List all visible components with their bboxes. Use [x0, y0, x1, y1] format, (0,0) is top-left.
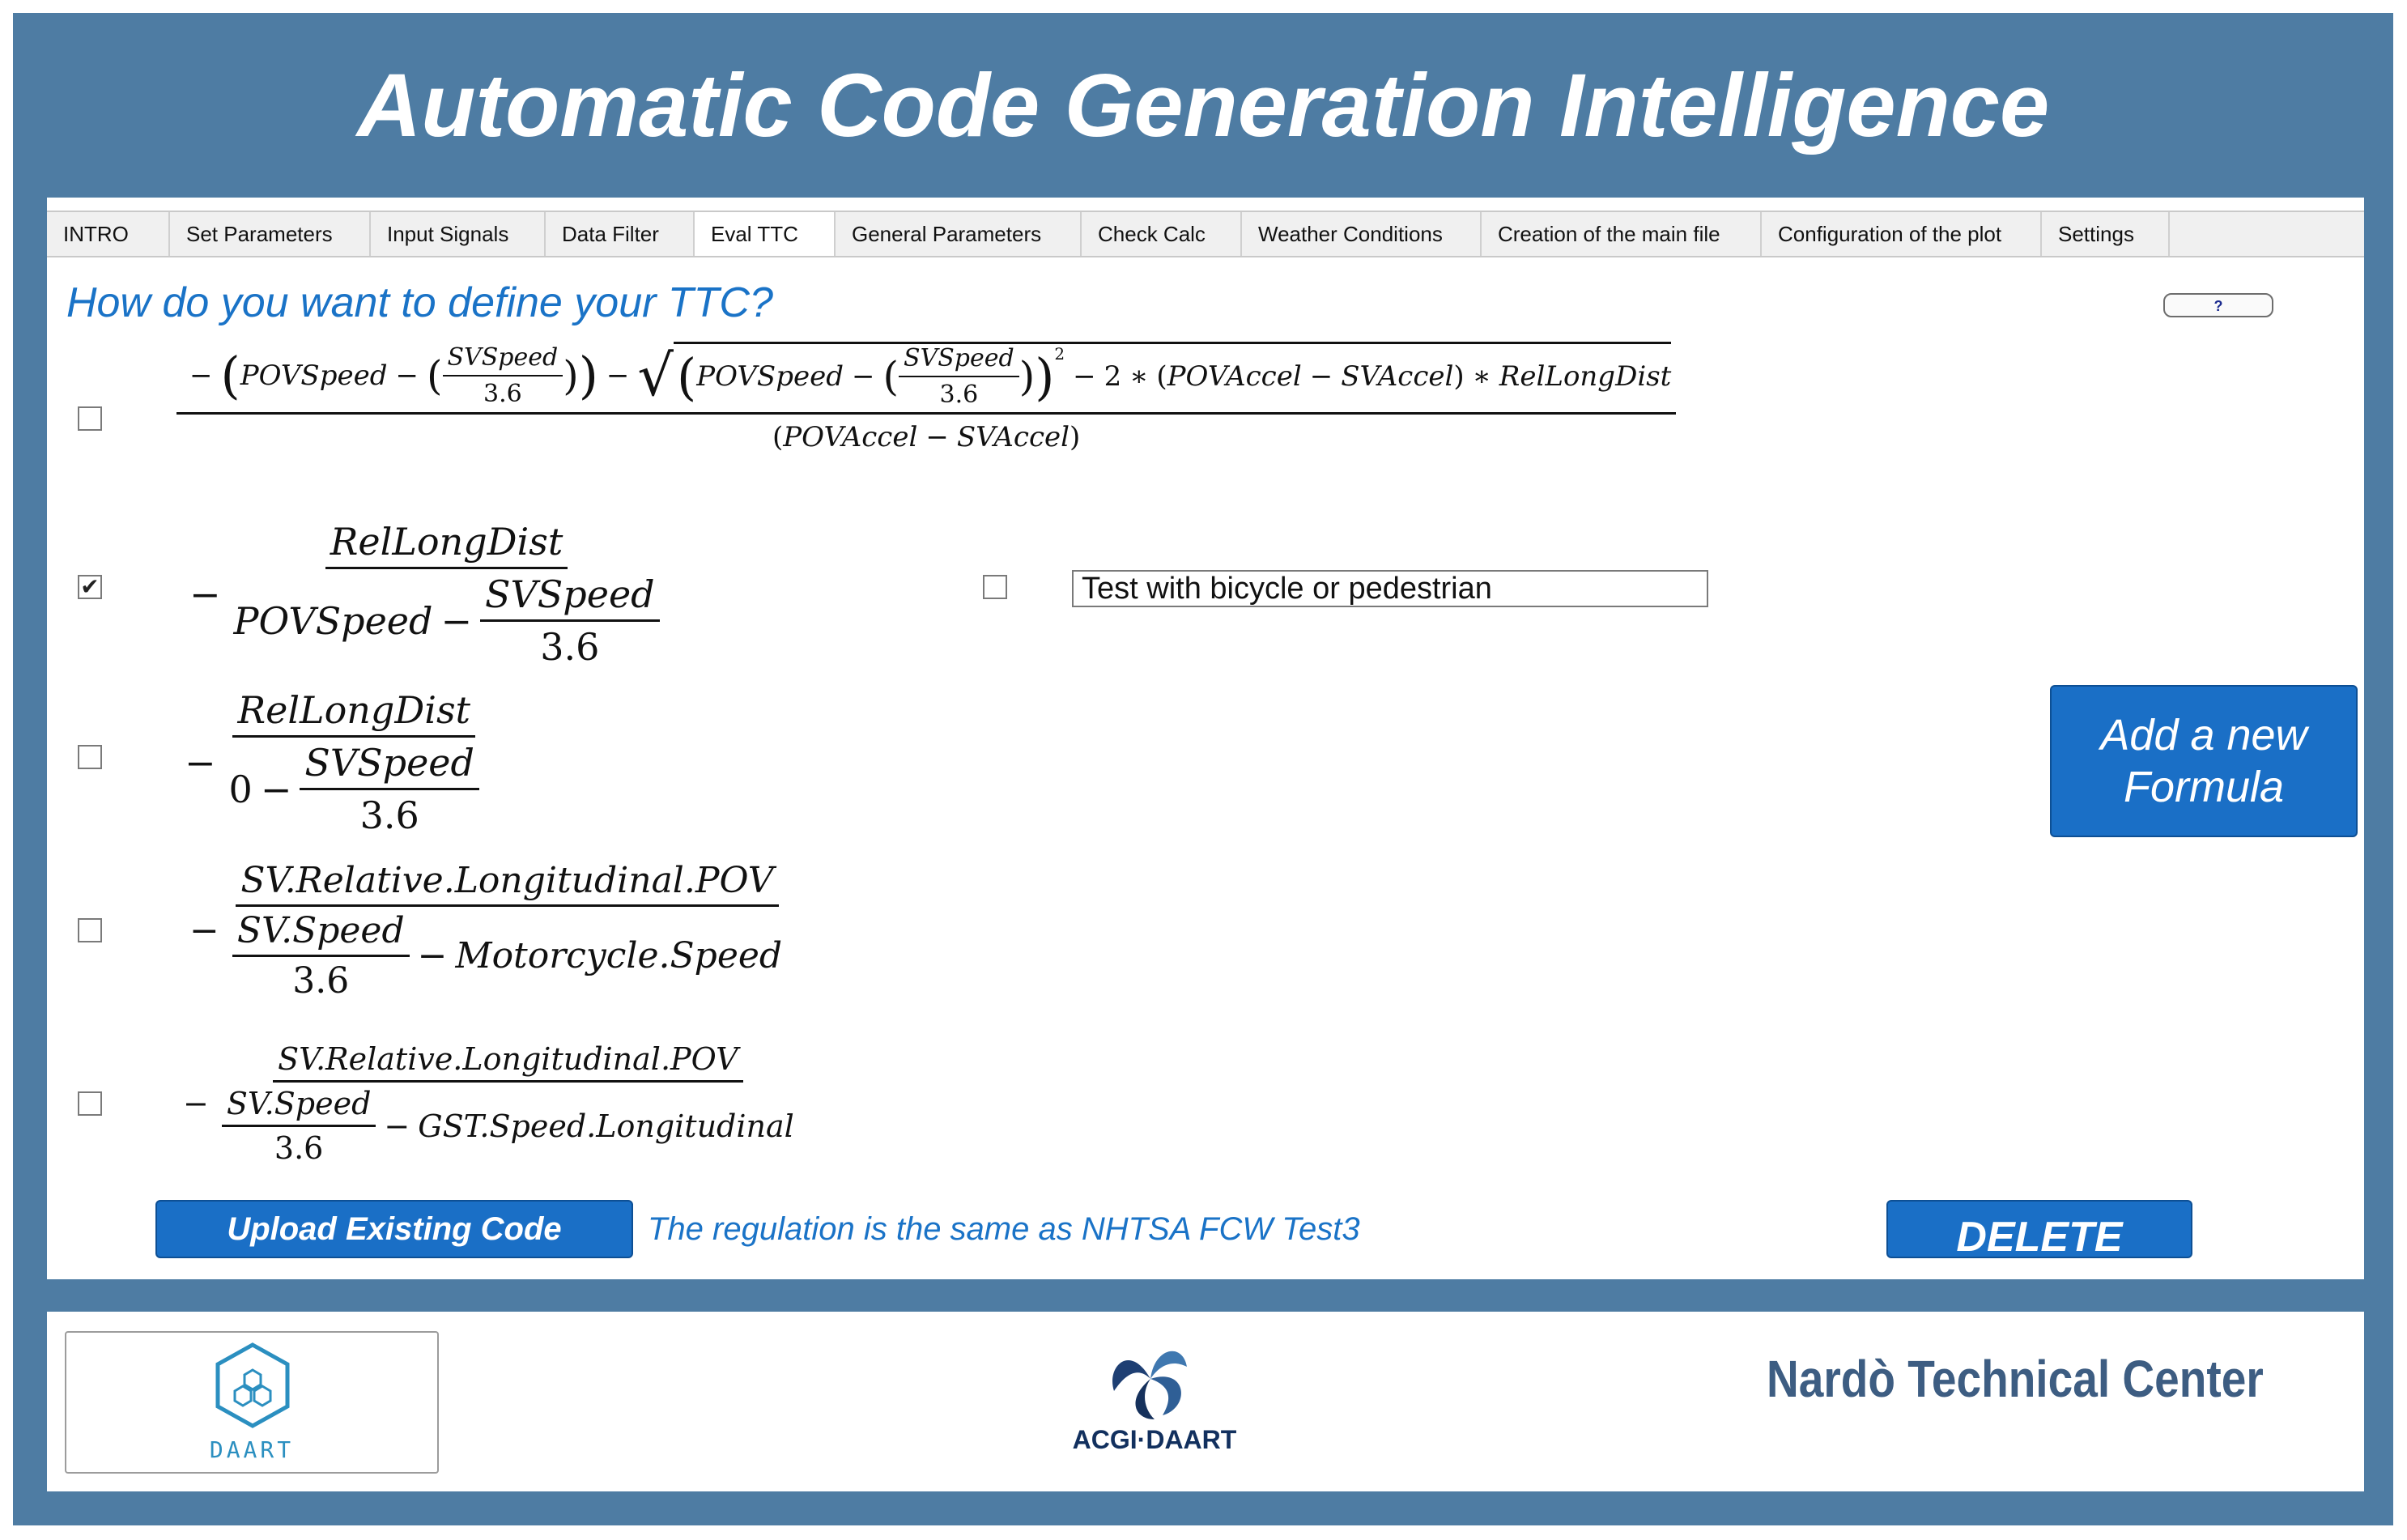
bicycle-pedestrian-checkbox[interactable]: [983, 575, 1007, 599]
formula-1-sv-speed: SVSpeed: [442, 343, 563, 376]
upload-existing-code-button[interactable]: Upload Existing Code: [155, 1200, 633, 1258]
formula-1-rel-long-dist: RelLongDist: [1499, 360, 1672, 393]
formula-1-divisor: 3.6: [483, 379, 522, 408]
formula-3-sub-denominator: 3.6: [359, 793, 419, 837]
formula-4-checkbox[interactable]: [78, 918, 102, 942]
tab-data-filter[interactable]: Data Filter: [546, 212, 695, 256]
formula-2-minuend: POVSpeed: [233, 598, 433, 643]
regulation-note: The regulation is the same as NHTSA FCW …: [648, 1211, 1360, 1247]
formula-4-subtrahend: Motorcycle.Speed: [455, 935, 783, 976]
main-panel: INTRO Set Parameters Input Signals Data …: [47, 198, 2364, 1279]
formula-3-minuend: 0: [228, 767, 253, 811]
formula-1-checkbox[interactable]: [78, 406, 102, 431]
nardo-technical-center-logo: Nardò Technical Center: [1767, 1350, 2264, 1408]
tab-bar: INTRO Set Parameters Input Signals Data …: [47, 211, 2364, 257]
formula-5-subtrahend: GST.Speed.Longitudinal: [418, 1108, 794, 1144]
formula-3-checkbox[interactable]: [78, 745, 102, 769]
formula-1-coefficient: 2: [1104, 360, 1122, 393]
tab-intro[interactable]: INTRO: [47, 212, 170, 256]
formula-5-checkbox[interactable]: [78, 1091, 102, 1116]
acgi-daart-logo-text: ACGI·DAART: [1072, 1425, 1237, 1454]
formula-2-numerator: RelLongDist: [325, 520, 568, 569]
formula-1-pov-speed: POVSpeed: [240, 359, 388, 392]
tab-configuration-plot[interactable]: Configuration of the plot: [1762, 212, 2042, 256]
formula-1-pov-accel: POVAccel: [1167, 360, 1302, 393]
formula-5: − SV.Relative.Longitudinal.POV SV.Speed …: [183, 1041, 794, 1166]
tab-set-parameters[interactable]: Set Parameters: [170, 212, 371, 256]
tab-settings[interactable]: Settings: [2042, 212, 2170, 256]
tab-creation-main-file[interactable]: Creation of the main file: [1482, 212, 1762, 256]
help-button[interactable]: ?: [2163, 293, 2273, 317]
footer-panel: DAART ACGI·DAART Nardò Technical Center: [47, 1312, 2364, 1491]
formula-2-sub-denominator: 3.6: [540, 625, 600, 669]
formula-1: − ( POVSpeed − ( SVSpeed 3.6 ) ) − √ (P…: [176, 342, 1677, 453]
tab-input-signals[interactable]: Input Signals: [371, 212, 546, 256]
tab-general-parameters[interactable]: General Parameters: [836, 212, 1082, 256]
formula-2: − RelLongDist POVSpeed − SVSpeed 3.6: [181, 520, 665, 669]
daart-hexagon-icon: [215, 1342, 290, 1428]
daart-logo: DAART: [65, 1331, 439, 1474]
formula-5-sub-numerator: SV.Speed: [221, 1086, 376, 1127]
tab-check-calc[interactable]: Check Calc: [1082, 212, 1242, 256]
formula-2-sub-numerator: SVSpeed: [480, 572, 660, 622]
delete-button[interactable]: DELETE: [1886, 1200, 2192, 1258]
daart-logo-text: DAART: [209, 1436, 295, 1463]
formula-4: − SV.Relative.Longitudinal.POV SV.Speed …: [189, 860, 783, 1002]
app-title: Automatic Code Generation Intelligence: [356, 56, 2050, 155]
formula-4-sub-numerator: SV.Speed: [232, 910, 410, 957]
formula-2-checkbox[interactable]: ✔: [78, 575, 102, 599]
add-new-formula-button[interactable]: Add a new Formula: [2050, 685, 2358, 837]
formula-1-fraction: − ( POVSpeed − ( SVSpeed 3.6 ) ) − √ (P…: [176, 342, 1677, 453]
formula-3: − RelLongDist 0 − SVSpeed 3.6: [176, 688, 484, 837]
tab-eval-ttc[interactable]: Eval TTC: [695, 212, 836, 256]
formula-1-exponent: 2: [1054, 344, 1065, 364]
acgi-swirl-icon: [1112, 1351, 1187, 1419]
tab-weather-conditions[interactable]: Weather Conditions: [1242, 212, 1482, 256]
formula-3-sub-numerator: SVSpeed: [300, 741, 479, 790]
formula-5-sub-denominator: 3.6: [274, 1130, 324, 1166]
ttc-question-heading: How do you want to define your TTC?: [66, 279, 773, 326]
formula-4-numerator: SV.Relative.Longitudinal.POV: [236, 860, 779, 907]
app-frame: Automatic Code Generation Intelligence I…: [13, 13, 2393, 1525]
formula-4-sub-denominator: 3.6: [292, 960, 350, 1002]
bicycle-pedestrian-field[interactable]: Test with bicycle or pedestrian: [1072, 570, 1708, 607]
formula-3-numerator: RelLongDist: [232, 688, 476, 738]
formula-5-numerator: SV.Relative.Longitudinal.POV: [273, 1041, 743, 1083]
formula-1-sv-accel: SVAccel: [1341, 360, 1454, 393]
